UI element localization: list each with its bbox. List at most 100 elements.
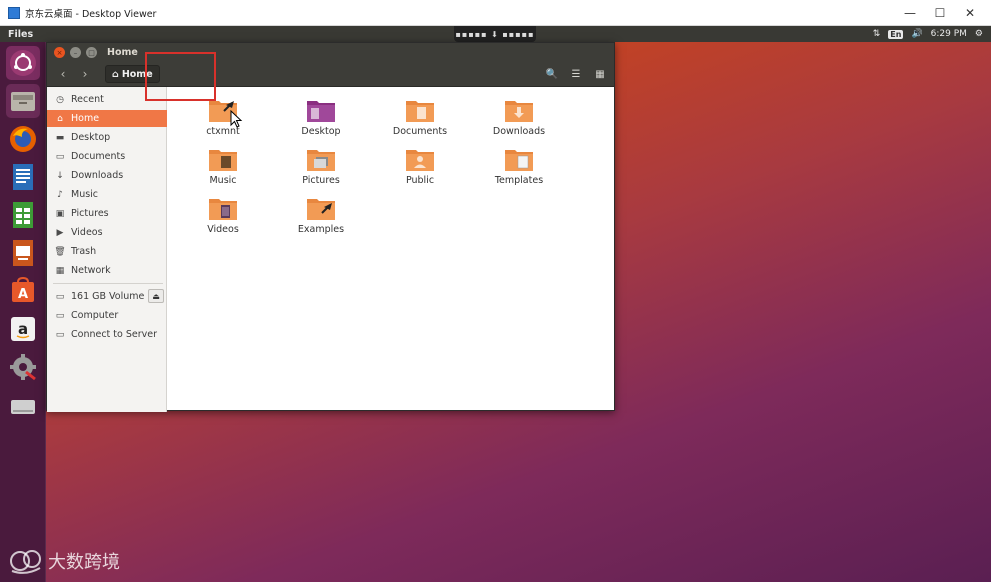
file-item-pictures[interactable]: Pictures — [281, 142, 361, 188]
folder-music-icon — [209, 150, 237, 171]
back-button[interactable]: ‹ — [53, 65, 73, 83]
window-title: Home — [107, 47, 138, 58]
desktop-icon: ▬ — [55, 132, 65, 143]
sidebar-item-label: Connect to Server — [71, 329, 158, 340]
sidebar-item-label: Desktop — [71, 132, 111, 143]
trash-icon: 🗑 — [54, 246, 66, 257]
host-window-controls: — ☐ ✕ — [895, 0, 985, 26]
sidebar-item-label: Network — [71, 265, 111, 276]
window-maximize-button[interactable]: □ — [86, 47, 97, 58]
file-item-examples[interactable]: Examples — [281, 191, 361, 237]
watermark-logo-icon — [10, 550, 41, 574]
file-label: Music — [209, 175, 237, 186]
launcher: A a — [0, 42, 46, 582]
server-icon: ▭ — [55, 329, 65, 340]
folder-documents-icon — [406, 101, 434, 122]
file-item-templates[interactable]: Templates — [479, 142, 559, 188]
sidebar-item-network[interactable]: ▦ Network — [47, 262, 167, 279]
window-minimize-button[interactable]: – — [70, 47, 81, 58]
host-maximize-button[interactable]: ☐ — [925, 0, 955, 26]
panel-app-name[interactable]: Files — [8, 29, 33, 40]
toolbar-right: 🔍 ☰ ▦ — [542, 65, 610, 83]
watermark: 大数跨境 — [8, 546, 120, 576]
files-app-icon[interactable] — [6, 84, 40, 118]
file-label: Public — [405, 175, 435, 186]
svg-text:A: A — [18, 287, 28, 302]
search-icon[interactable]: 🔍 — [542, 65, 562, 83]
sidebar-item-home[interactable]: ⌂ Home — [47, 110, 167, 127]
viewer-toolbar-handle[interactable]: ▪▪▪▪▪ ⬇ ▪▪▪▪▪ — [454, 26, 536, 42]
window-titlebar[interactable]: × – □ Home — [47, 43, 614, 62]
folder-templates-icon — [505, 150, 533, 171]
sidebar-item-documents[interactable]: ▭ Documents — [47, 148, 167, 165]
file-item-public[interactable]: Public — [380, 142, 460, 188]
window-close-button[interactable]: × — [54, 47, 65, 58]
file-label: Examples — [297, 224, 345, 235]
file-item-music[interactable]: Music — [183, 142, 263, 188]
network-icon: ▦ — [55, 265, 65, 276]
sidebar-item-label: Computer — [71, 310, 119, 321]
sidebar-item-music[interactable]: ♪ Music — [47, 186, 167, 203]
forward-button[interactable]: › — [75, 65, 95, 83]
clock[interactable]: 6:29 PM — [931, 29, 967, 39]
sidebar-item-connect-to-server[interactable]: ▭ Connect to Server — [47, 326, 167, 343]
window-toolbar: ‹ › ⌂ Home 🔍 ☰ ▦ — [47, 62, 614, 87]
disk-icon[interactable] — [6, 388, 40, 422]
file-item-desktop[interactable]: Desktop — [281, 93, 361, 139]
home-icon: ⌂ — [57, 113, 63, 124]
host-close-button[interactable]: ✕ — [955, 0, 985, 26]
clock-icon: ◷ — [56, 94, 64, 105]
firefox-icon[interactable] — [6, 122, 40, 156]
sidebar-item-label: Downloads — [71, 170, 124, 181]
settings-gear-icon[interactable]: ⚙ — [975, 29, 983, 39]
file-label: Pictures — [302, 175, 340, 186]
file-item-videos[interactable]: Videos — [183, 191, 263, 237]
sidebar-item-label: Documents — [71, 151, 126, 162]
highlight-annotation — [145, 52, 216, 101]
file-item-downloads[interactable]: Downloads — [479, 93, 559, 139]
list-view-icon[interactable]: ☰ — [566, 65, 586, 83]
sidebar-item-computer[interactable]: ▭ Computer — [47, 307, 167, 324]
file-item-documents[interactable]: Documents — [380, 93, 460, 139]
grid-view-icon[interactable]: ▦ — [590, 65, 610, 83]
sidebar: ◷ Recent ⌂ Home ▬ Desktop ▭ Documents ↓ … — [47, 87, 167, 412]
sidebar-item-label: Music — [71, 189, 99, 200]
sidebar-item-label: Pictures — [71, 208, 109, 219]
sidebar-separator — [53, 283, 163, 284]
sidebar-item-videos[interactable]: ▶ Videos — [47, 224, 167, 241]
network-icon[interactable]: ⇅ — [873, 29, 881, 39]
sidebar-item-downloads[interactable]: ↓ Downloads — [47, 167, 167, 184]
ubuntu-dash-icon[interactable] — [6, 46, 40, 80]
file-label: Desktop — [301, 126, 341, 137]
amazon-icon[interactable]: a — [6, 312, 40, 346]
writer-icon[interactable] — [6, 160, 40, 194]
folder-downloads-icon — [505, 101, 533, 122]
host-minimize-button[interactable]: — — [895, 0, 925, 26]
host-window-title: 京东云桌面 - Desktop Viewer — [25, 8, 157, 20]
drive-icon: ▭ — [55, 291, 65, 302]
home-icon: ⌂ — [112, 68, 119, 80]
system-settings-icon[interactable] — [6, 350, 40, 384]
sidebar-item-trash[interactable]: 🗑 Trash — [47, 243, 167, 260]
file-label: Templates — [494, 175, 544, 186]
folder-link-icon — [307, 199, 335, 220]
impress-icon[interactable] — [6, 236, 40, 270]
sidebar-item-volume[interactable]: ▭ 161 GB Volume ⏏ — [47, 288, 167, 305]
volume-icon[interactable]: 🔊 — [911, 29, 922, 39]
sidebar-item-pictures[interactable]: ▣ Pictures — [47, 205, 167, 222]
sidebar-item-desktop[interactable]: ▬ Desktop — [47, 129, 167, 146]
sidebar-item-label: Home — [71, 113, 100, 124]
calc-icon[interactable] — [6, 198, 40, 232]
sidebar-item-label: 161 GB Volume — [71, 291, 145, 302]
sidebar-item-label: Trash — [71, 246, 97, 257]
document-icon: ▭ — [55, 151, 65, 162]
folder-public-icon — [406, 150, 434, 171]
file-label: Documents — [392, 126, 448, 137]
sidebar-item-label: Recent — [71, 94, 104, 105]
eject-icon[interactable]: ⏏ — [148, 289, 164, 303]
keyboard-language-indicator[interactable]: En — [888, 29, 904, 39]
computer-icon: ▭ — [55, 310, 65, 321]
viewer-app-icon — [8, 6, 20, 19]
software-center-icon[interactable]: A — [6, 274, 40, 308]
watermark-text: 大数跨境 — [48, 552, 120, 573]
